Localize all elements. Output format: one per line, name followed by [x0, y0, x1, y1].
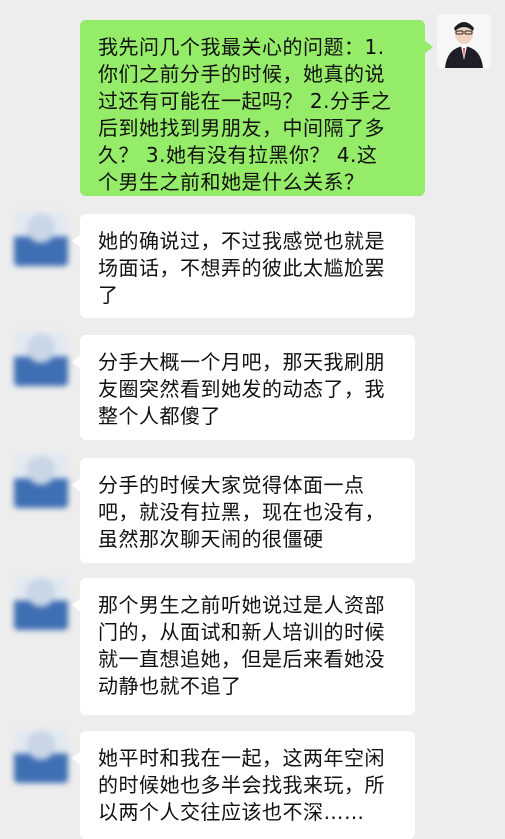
contact-avatar[interactable]	[14, 212, 68, 266]
message-bubble[interactable]: 那个男生之前听她说过是人资部 门的，从面试和新人培训的时候 就一直想追她，但是后…	[72, 578, 415, 715]
message-bubble[interactable]: 分手的时候大家觉得体面一点 吧，就没有拉黑，现在也没有， 虽然那次聊天闹的很僵硬	[72, 458, 415, 563]
contact-avatar[interactable]	[14, 332, 68, 386]
contact-avatar[interactable]	[14, 454, 68, 508]
message-bubble[interactable]: 分手大概一个月吧，那天我刷朋 友圈突然看到她发的动态了，我 整个人都傻了	[72, 335, 415, 440]
contact-avatar[interactable]	[14, 729, 68, 783]
self-avatar[interactable]	[437, 14, 491, 68]
message-bubble[interactable]: 她平时和我在一起，这两年空闲 的时候她也多半会找我来玩，所 以两个人交往应该也不…	[72, 731, 415, 839]
message-bubble[interactable]: 我先问几个我最关心的问题：1. 你们之前分手的时候，她真的说 过还有可能在一起吗…	[80, 20, 433, 196]
person-avatar-icon	[437, 14, 491, 68]
message-bubble[interactable]: 她的确说过，不过我感觉也就是 场面话，不想弄的彼此太尴尬罢 了	[72, 214, 415, 318]
contact-avatar[interactable]	[14, 576, 68, 630]
